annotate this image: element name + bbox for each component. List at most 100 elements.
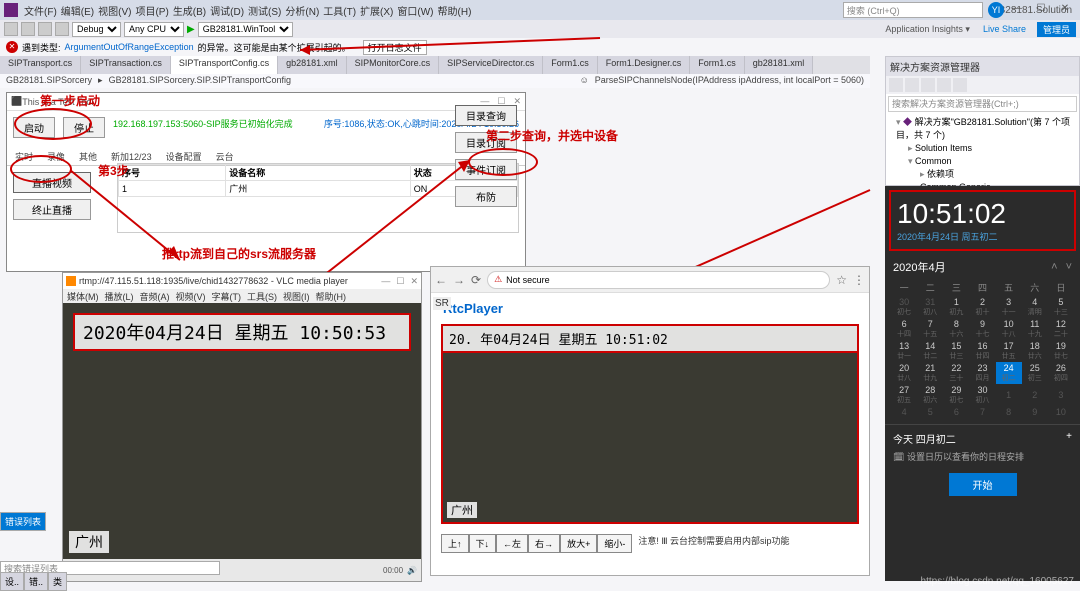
- menu-debug[interactable]: 调试(D): [210, 3, 244, 18]
- menu-build[interactable]: 生成(B): [173, 3, 206, 18]
- menu-analyze[interactable]: 分析(N): [285, 3, 319, 18]
- bc-proj[interactable]: GB28181.SIPSorcery: [6, 75, 92, 87]
- menu-edit[interactable]: 编辑(E): [61, 3, 94, 18]
- error-type-link[interactable]: ArgumentOutOfRangeException: [65, 42, 194, 52]
- stop-live-button[interactable]: 终止直播: [13, 199, 91, 220]
- tab-record[interactable]: 录像: [45, 148, 67, 165]
- tab-gb28181xmlb[interactable]: gb28181.xml: [745, 56, 814, 74]
- live-video-button[interactable]: 直播视频: [13, 172, 91, 193]
- calendar[interactable]: 一二三四五六日 30初七31初八1初九2初十3十一4清明5十三 6十四7十五8十…: [885, 279, 1080, 418]
- menu-help[interactable]: 帮助(H): [438, 3, 472, 18]
- tab-sipservicedirector[interactable]: SIPServiceDirector.cs: [439, 56, 543, 74]
- start-button[interactable]: 启动: [13, 117, 55, 138]
- calendar-month[interactable]: 2020年4月: [893, 259, 946, 275]
- close-icon[interactable]: ✕: [1058, 3, 1072, 17]
- vlc-max-icon[interactable]: ☐: [396, 276, 404, 287]
- menu-ext[interactable]: 扩展(X): [360, 3, 393, 18]
- startup-select[interactable]: GB28181.WinTool: [198, 22, 293, 37]
- platform-select[interactable]: Any CPU: [124, 22, 184, 37]
- solex-search-input[interactable]: 搜索解决方案资源管理器(Ctrl+;): [888, 96, 1077, 112]
- bc-ns[interactable]: GB28181.SIPSorcery.SIP.SIPTransportConfi…: [109, 75, 291, 87]
- error-list-tab[interactable]: 错误列表: [0, 512, 46, 531]
- vlc-menu-sub[interactable]: 字幕(T): [212, 290, 242, 303]
- vlc-min-icon[interactable]: —: [381, 276, 390, 287]
- nav-back-icon[interactable]: [4, 22, 18, 36]
- saveall-icon[interactable]: [55, 22, 69, 36]
- browser-back-icon[interactable]: ←: [435, 273, 447, 287]
- menu-view[interactable]: 视图(V): [98, 3, 131, 18]
- stop-button[interactable]: 停止: [63, 117, 105, 138]
- agenda-add-icon[interactable]: +: [1066, 431, 1072, 446]
- tab-other[interactable]: 其他: [77, 148, 99, 165]
- catalog-query-button[interactable]: 目录查询: [455, 105, 517, 126]
- app-insights[interactable]: Application Insights ▾: [885, 24, 970, 35]
- menu-window[interactable]: 窗口(W): [397, 3, 433, 18]
- tree-deps[interactable]: 依赖项: [890, 168, 1075, 181]
- tree-common[interactable]: Common: [890, 155, 1075, 168]
- calendar-today[interactable]: 24初二: [996, 362, 1022, 384]
- start-debug-icon[interactable]: ▶: [187, 24, 195, 35]
- solex-sync-icon[interactable]: [921, 78, 935, 92]
- vlc-video[interactable]: 2020年04月24日 星期五 10:50:53 广州: [63, 303, 421, 559]
- solex-props-icon[interactable]: [953, 78, 967, 92]
- solex-showall-icon[interactable]: [937, 78, 951, 92]
- rtc-video[interactable]: 20. 年04月24日 星期五 10:51:02 广州: [441, 324, 859, 524]
- tab-form1b[interactable]: Form1.cs: [690, 56, 745, 74]
- tab-siptransport[interactable]: SIPTransport.cs: [0, 56, 81, 74]
- vlc-vol-icon[interactable]: 🔊: [407, 566, 417, 575]
- event-sub-button[interactable]: 事件订阅: [455, 159, 517, 180]
- testtool-titlebar[interactable]: ⬛ This is a Test Tool —☐✕: [7, 93, 525, 111]
- tab-form1[interactable]: Form1.cs: [543, 56, 598, 74]
- search-input[interactable]: 搜索 (Ctrl+Q): [843, 2, 983, 18]
- browser-menu-icon[interactable]: ⋮: [853, 273, 865, 287]
- minimize-icon[interactable]: —: [1010, 3, 1024, 17]
- solex-home-icon[interactable]: [889, 78, 903, 92]
- ptz-zoomout-button[interactable]: 缩小-: [597, 534, 632, 553]
- ptz-left-button[interactable]: ←左: [496, 534, 528, 553]
- bc-method[interactable]: ParseSIPChannelsNode(IPAddress ipAddress…: [595, 75, 864, 87]
- cal-up-icon[interactable]: ˄: [1051, 261, 1057, 273]
- tab-siptransaction[interactable]: SIPTransaction.cs: [81, 56, 171, 74]
- avatar[interactable]: YI: [988, 2, 1004, 18]
- solex-refresh-icon[interactable]: [905, 78, 919, 92]
- tab-class[interactable]: 类: [48, 572, 67, 591]
- maximize-icon[interactable]: ☐: [1034, 3, 1048, 17]
- ptz-zoomin-button[interactable]: 放大+: [560, 534, 597, 553]
- tab-siptransportconfig[interactable]: SIPTransportConfig.cs: [171, 56, 278, 74]
- vlc-menu-view[interactable]: 视图(I): [283, 290, 310, 303]
- menu-file[interactable]: 文件(F): [24, 3, 57, 18]
- vlc-menu-video[interactable]: 视频(V): [176, 290, 206, 303]
- vlc-titlebar[interactable]: rtmp://47.115.51.118:1935/live/chid14327…: [63, 273, 421, 289]
- vlc-menu-media[interactable]: 媒体(M): [67, 290, 99, 303]
- tab-realtime[interactable]: 实时: [13, 148, 35, 165]
- browser-star-icon[interactable]: ☆: [836, 273, 847, 287]
- browser-reload-icon[interactable]: ⟳: [471, 273, 481, 287]
- browser-fwd-icon[interactable]: →: [453, 273, 465, 287]
- tab-gb28181xml[interactable]: gb28181.xml: [278, 56, 347, 74]
- ptz-down-button[interactable]: 下↓: [469, 534, 497, 553]
- menu-tools[interactable]: 工具(T): [323, 3, 356, 18]
- live-share-button[interactable]: Live Share: [983, 24, 1026, 34]
- ptz-right-button[interactable]: 右→: [528, 534, 560, 553]
- menu-test[interactable]: 测试(S): [248, 3, 281, 18]
- vlc-menu-play[interactable]: 播放(L): [105, 290, 134, 303]
- tree-root[interactable]: ◆ 解决方案"GB28181.Solution"(第 7 个项目，共 7 个): [890, 116, 1075, 142]
- save-icon[interactable]: [38, 22, 52, 36]
- tab-form1designer[interactable]: Form1.Designer.cs: [598, 56, 691, 74]
- vlc-close-icon[interactable]: ✕: [410, 276, 418, 287]
- config-select[interactable]: Debug: [72, 22, 121, 37]
- open-log-button[interactable]: 打开日志文件: [363, 40, 427, 55]
- address-bar[interactable]: ⚠ Not secure: [487, 271, 830, 289]
- vlc-menu-tools[interactable]: 工具(S): [247, 290, 277, 303]
- cal-down-icon[interactable]: ˅: [1066, 261, 1072, 273]
- vlc-menu-audio[interactable]: 音频(A): [140, 290, 170, 303]
- ptz-up-button[interactable]: 上↑: [441, 534, 469, 553]
- tab-err[interactable]: 错..: [24, 572, 48, 591]
- vlc-menu-help[interactable]: 帮助(H): [316, 290, 347, 303]
- tree-solution-items[interactable]: Solution Items: [890, 142, 1075, 155]
- catalog-sub-button[interactable]: 目录订阅: [455, 132, 517, 153]
- tab-set[interactable]: 设..: [0, 572, 24, 591]
- nav-fwd-icon[interactable]: [21, 22, 35, 36]
- tab-sipmonitorcore[interactable]: SIPMonitorCore.cs: [347, 56, 440, 74]
- deploy-button[interactable]: 布防: [455, 186, 517, 207]
